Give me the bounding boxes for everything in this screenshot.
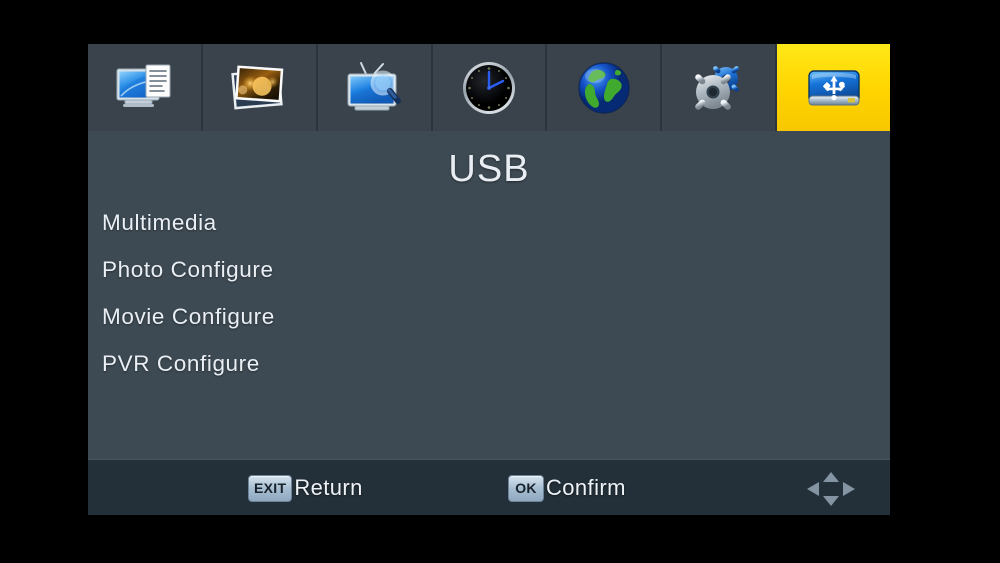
ok-key-badge: OK [508,474,544,502]
menu-item-movie-configure[interactable]: Movie Configure [102,293,662,340]
main-menu-iconbar [88,44,891,131]
exit-key-badge: EXIT [248,474,293,502]
tv-magnifier-icon [343,59,405,117]
iconbar-item-picture[interactable] [202,44,318,131]
iconbar-item-program-edit[interactable] [88,44,203,131]
iconbar-item-network[interactable] [547,44,663,131]
osd-panel: USB Multimedia Photo Configure Movie Con… [88,44,891,515]
menu-item-pvr-configure[interactable]: PVR Configure [102,340,662,387]
clock-icon [458,59,520,117]
menu-item-photo-configure[interactable]: Photo Configure [102,246,662,293]
menu-item-multimedia[interactable]: Multimedia [102,199,662,246]
globe-icon [573,59,635,117]
gears-icon [688,59,750,117]
tv-osd-screen: USB Multimedia Photo Configure Movie Con… [0,0,1000,563]
bottom-hint-bar: EXIT Return OK Confirm [88,459,890,515]
iconbar-item-system-settings[interactable] [662,44,778,131]
page-title: USB [448,148,530,190]
confirm-label: Confirm [546,475,626,500]
iconbar-item-usb[interactable] [777,44,891,131]
iconbar-item-time[interactable] [432,44,548,131]
iconbar-item-channel-search[interactable] [317,44,433,131]
dpad-arrows-icon [800,469,862,509]
photo-image-icon [228,59,290,117]
menu-list: Multimedia Photo Configure Movie Configu… [102,199,662,387]
usb-drive-icon [803,59,865,117]
hint-confirm[interactable]: OK Confirm [508,472,626,504]
hint-return[interactable]: EXIT Return [248,472,363,504]
monitor-document-icon [113,59,175,117]
return-label: Return [294,475,363,500]
